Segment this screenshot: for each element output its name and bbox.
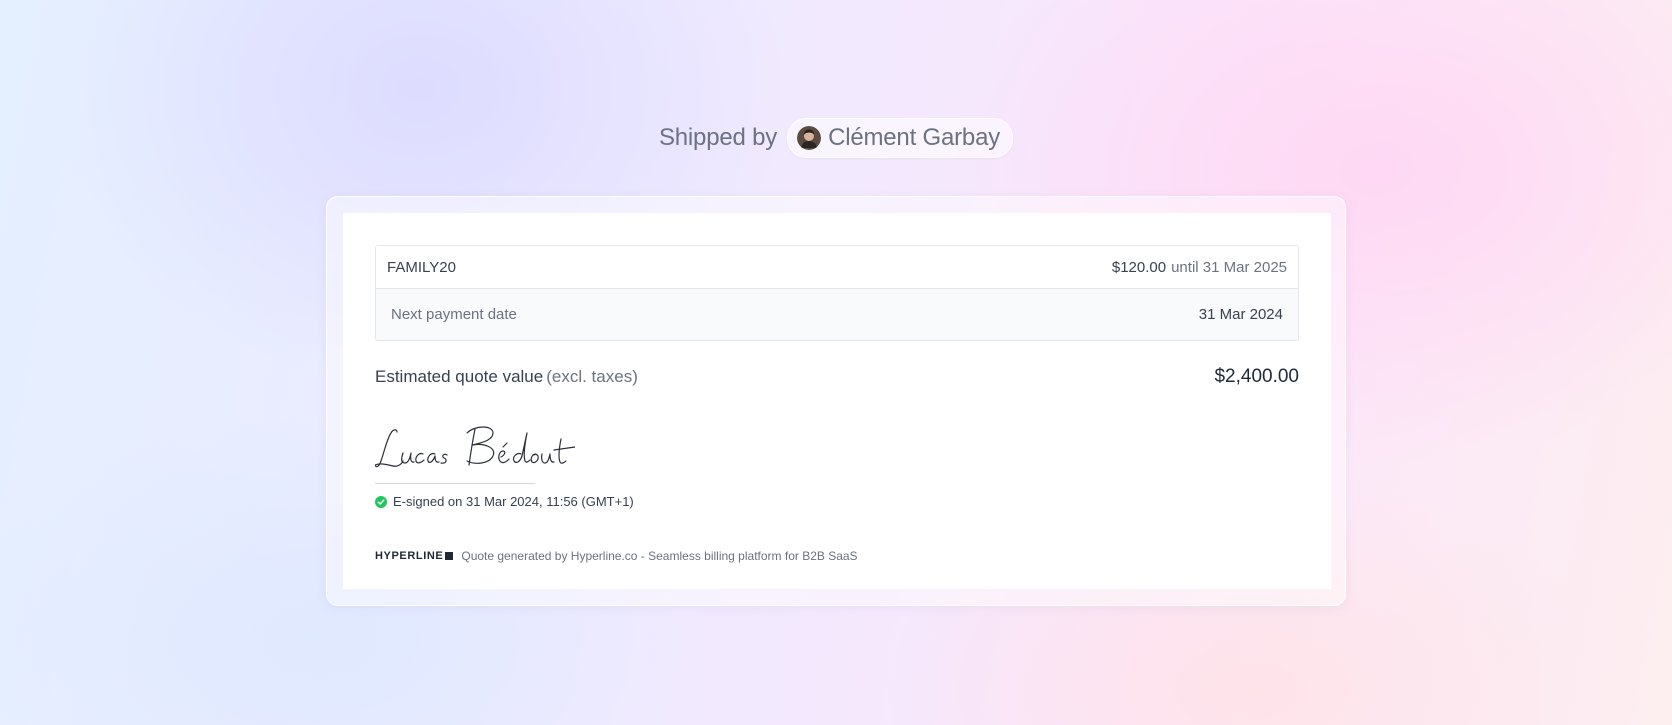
next-payment-label: Next payment date bbox=[391, 306, 517, 323]
coupon-value: $120.00 until 31 Mar 2025 bbox=[1112, 259, 1287, 276]
coupon-amount: $120.00 bbox=[1111, 258, 1167, 276]
estimate-label-group: Estimated quote value (excl. taxes) bbox=[375, 367, 638, 387]
estimate-label: Estimated quote value bbox=[375, 367, 544, 386]
brand-square-icon bbox=[445, 552, 454, 560]
quote-card: FAMILY20 $120.00 until 31 Mar 2025 Next p… bbox=[326, 196, 1346, 606]
next-payment-date: 31 Mar 2024 bbox=[1198, 306, 1283, 323]
estimate-value: $2,400.00 bbox=[1214, 366, 1299, 387]
brand-wordmark: HYPERLINE bbox=[375, 550, 444, 562]
shipped-by-label: Shipped by bbox=[658, 124, 778, 151]
next-payment-row: Next payment date 31 Mar 2024 bbox=[376, 289, 1298, 340]
quote-document: FAMILY20 $120.00 until 31 Mar 2025 Next p… bbox=[343, 213, 1331, 589]
esign-status: E-signed on 31 Mar 2024, 11:56 (GMT+1) bbox=[375, 494, 634, 509]
shipped-by-header: Shipped by Clément Garbay bbox=[0, 118, 1672, 158]
author-chip[interactable]: Clément Garbay bbox=[787, 118, 1014, 158]
footer-text: Quote generated by Hyperline.co - Seamle… bbox=[461, 549, 858, 563]
estimated-quote-row: Estimated quote value (excl. taxes) $2,40… bbox=[375, 366, 1299, 388]
estimate-note: (excl. taxes) bbox=[546, 367, 638, 386]
signature-line bbox=[375, 483, 535, 484]
author-name: Clément Garbay bbox=[828, 124, 1001, 151]
check-circle-icon bbox=[375, 495, 387, 508]
hyperline-logo[interactable]: HYPERLINE bbox=[375, 550, 454, 562]
coupon-row: FAMILY20 $120.00 until 31 Mar 2025 bbox=[376, 246, 1298, 289]
avatar bbox=[797, 126, 822, 150]
handwritten-signature bbox=[375, 426, 575, 468]
esign-text: E-signed on 31 Mar 2024, 11:56 (GMT+1) bbox=[393, 494, 634, 509]
quote-details-table: FAMILY20 $120.00 until 31 Mar 2025 Next p… bbox=[375, 245, 1299, 341]
quote-footer: HYPERLINE Quote generated by Hyperline.c… bbox=[375, 549, 858, 563]
coupon-until: until 31 Mar 2025 bbox=[1171, 258, 1287, 276]
coupon-code: FAMILY20 bbox=[387, 258, 456, 276]
